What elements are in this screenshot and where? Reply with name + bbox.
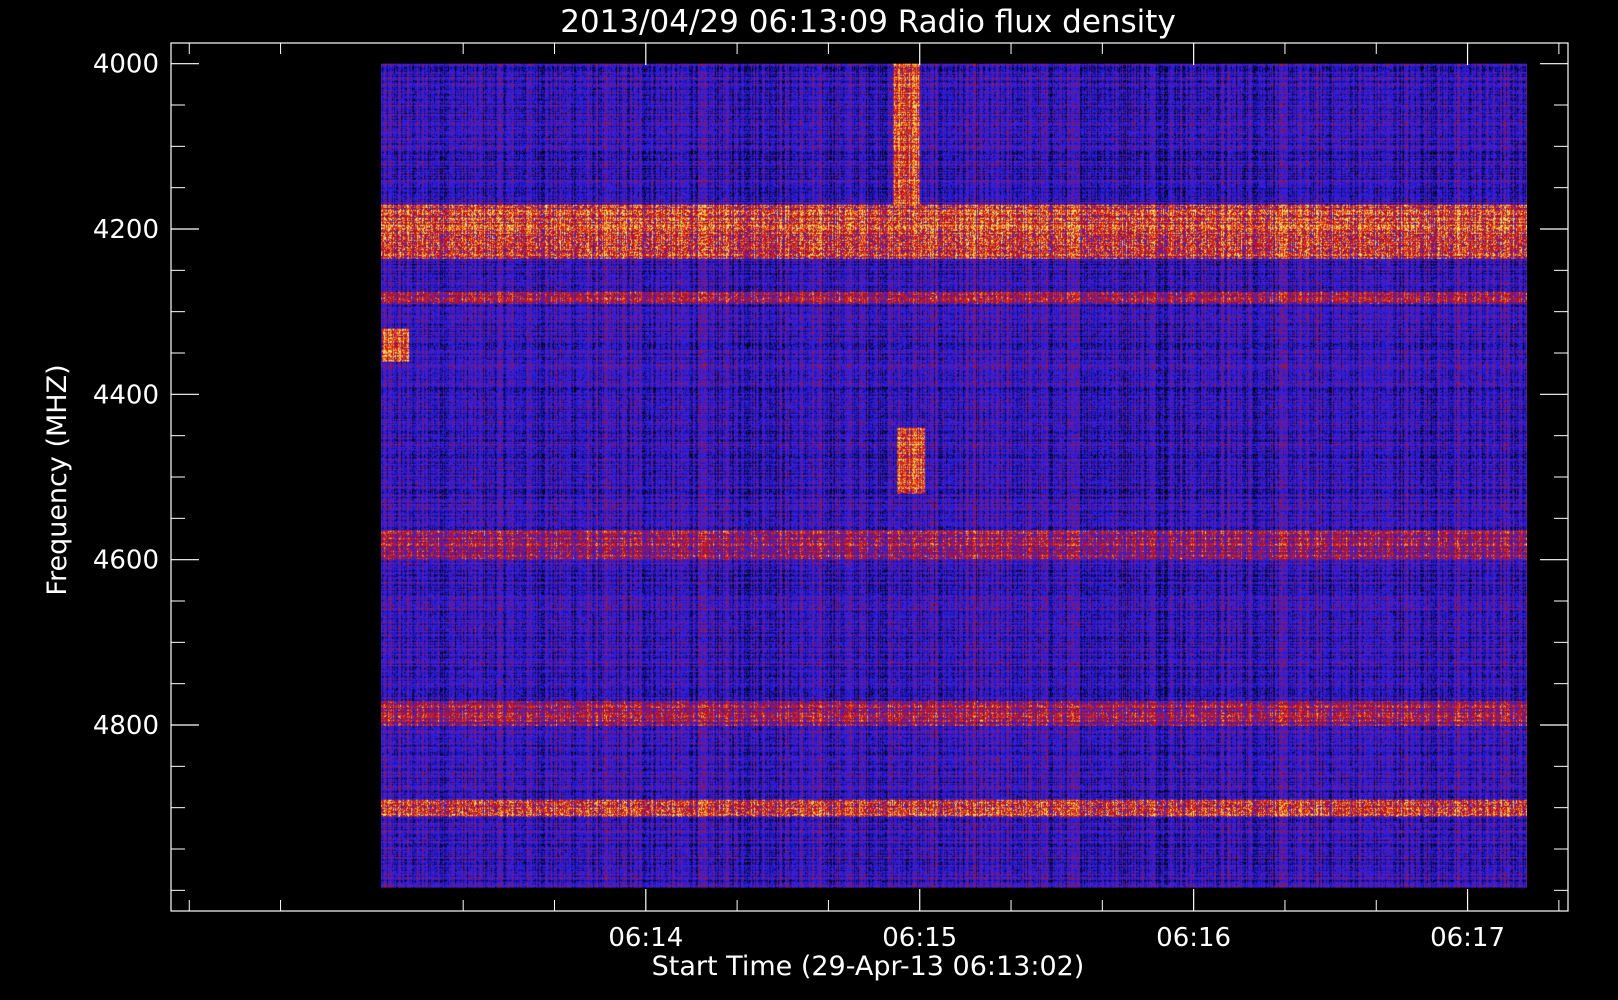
x-axis-label: Start Time (29-Apr-13 06:13:02) (652, 951, 1085, 982)
y-tick-label: 4000 (93, 50, 159, 80)
heatmap-raster (381, 63, 1528, 888)
x-tick-label: 06:16 (1156, 923, 1231, 953)
y-tick-label: 4200 (93, 215, 159, 245)
x-tick-label: 06:15 (882, 923, 957, 953)
chart-title: 2013/04/29 06:13:09 Radio flux density (560, 4, 1176, 40)
y-tick-label: 4600 (93, 546, 159, 576)
radio-spectrogram-chart: 2013/04/29 06:13:09 Radio flux density 4… (0, 0, 1618, 1000)
y-tick-label: 4400 (93, 380, 159, 410)
y-tick-label: 4800 (93, 711, 159, 741)
x-tick-label: 06:17 (1430, 923, 1505, 953)
y-axis-label: Frequency (MHZ) (42, 364, 73, 595)
heatmap-image (381, 63, 1528, 888)
x-tick-label: 06:14 (608, 923, 683, 953)
